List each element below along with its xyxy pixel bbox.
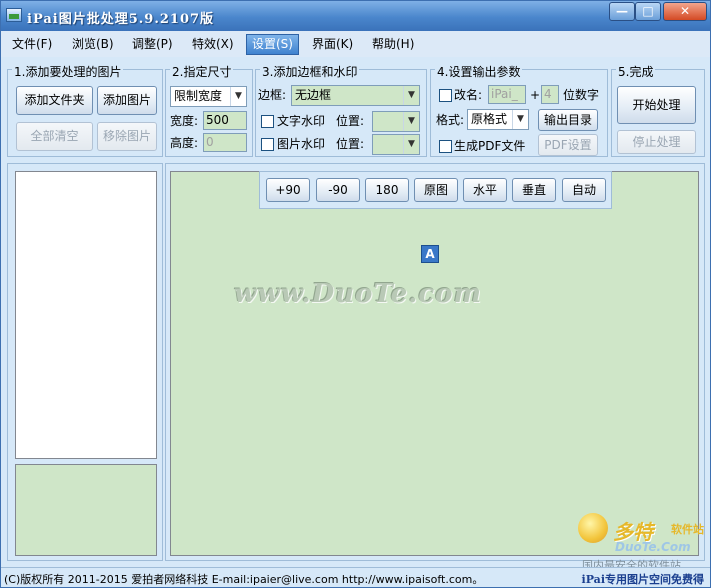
text-watermark-position-label: 位置: bbox=[336, 114, 365, 128]
height-label: 高度: bbox=[170, 136, 199, 150]
remove-image-button[interactable]: 移除图片 bbox=[97, 122, 157, 151]
menu-adjust[interactable]: 调整(P) bbox=[127, 34, 178, 55]
chevron-down-icon: ▼ bbox=[512, 110, 528, 129]
menu-effects[interactable]: 特效(X) bbox=[187, 34, 239, 55]
app-icon bbox=[6, 8, 22, 22]
menu-settings[interactable]: 设置(S) bbox=[246, 34, 299, 55]
group-add-images: 1.添加要处理的图片 添加文件夹 添加图片 全部清空 移除图片 bbox=[7, 63, 163, 157]
size-mode-select[interactable]: 限制宽度 ▼ bbox=[170, 86, 247, 107]
image-watermark-label: 图片水印 bbox=[277, 137, 326, 151]
text-tool-icon[interactable]: A bbox=[421, 245, 439, 263]
width-label: 宽度: bbox=[170, 114, 199, 128]
gen-pdf-label: 生成PDF文件 bbox=[454, 139, 526, 153]
start-button[interactable]: 开始处理 bbox=[617, 86, 696, 124]
rotate-180-button[interactable]: 180 bbox=[365, 178, 409, 202]
rename-checkbox[interactable] bbox=[439, 89, 452, 102]
group-border-watermark-title: 3.添加边框和水印 bbox=[260, 63, 360, 80]
auto-button[interactable]: 自动 bbox=[562, 178, 606, 202]
border-select-value: 无边框 bbox=[295, 88, 332, 102]
text-watermark-label: 文字水印 bbox=[277, 114, 326, 128]
rotate-minus90-button[interactable]: -90 bbox=[316, 178, 360, 202]
add-image-button[interactable]: 添加图片 bbox=[97, 86, 157, 115]
digits-input[interactable]: 4 bbox=[541, 85, 559, 104]
group-border-watermark: 3.添加边框和水印 边框: 无边框 ▼ 文字水印 位置: ▼ 图片水印 位置: … bbox=[255, 63, 427, 157]
format-label: 格式: bbox=[436, 113, 465, 127]
chevron-down-icon: ▼ bbox=[230, 87, 246, 106]
text-watermark-position-select[interactable]: ▼ bbox=[372, 111, 420, 132]
chevron-down-icon: ▼ bbox=[403, 135, 419, 154]
menu-browse[interactable]: 浏览(B) bbox=[67, 34, 119, 55]
preview-canvas[interactable] bbox=[170, 171, 699, 556]
menu-file[interactable]: 文件(F) bbox=[7, 34, 57, 55]
window-title: iPai图片批处理5.9.2107版 bbox=[27, 12, 215, 27]
stop-button[interactable]: 停止处理 bbox=[617, 130, 696, 154]
group-size: 2.指定尺寸 限制宽度 ▼ 宽度: 500 高度: 0 bbox=[165, 63, 253, 157]
add-folder-button[interactable]: 添加文件夹 bbox=[16, 86, 93, 115]
rename-label: 改名: bbox=[454, 88, 483, 102]
free-space-link[interactable]: iPai专用图片空间免费得 bbox=[582, 571, 704, 587]
rotate-toolbar: +90 -90 180 原图 水平 垂直 自动 bbox=[259, 171, 612, 209]
plus-sign: + bbox=[530, 88, 541, 102]
group-finish: 5.完成 开始处理 停止处理 bbox=[611, 63, 705, 157]
logo-mascot-icon bbox=[578, 513, 608, 543]
gen-pdf-checkbox[interactable] bbox=[439, 140, 452, 153]
preview-panel bbox=[165, 163, 705, 561]
text-watermark-checkbox[interactable] bbox=[261, 115, 274, 128]
thumbnail-preview bbox=[15, 464, 157, 556]
title-bar[interactable]: iPai图片批处理5.9.2107版 — □ ✕ bbox=[1, 1, 710, 31]
border-select[interactable]: 无边框 ▼ bbox=[291, 85, 420, 106]
group-output-title: 4.设置输出参数 bbox=[435, 63, 523, 80]
chevron-down-icon: ▼ bbox=[403, 86, 419, 105]
width-input[interactable]: 500 bbox=[203, 111, 247, 130]
maximize-button[interactable]: □ bbox=[635, 2, 661, 21]
status-bar: (C)版权所有 2011-2015 爱拍者网络科技 E-mail:ipaier@… bbox=[1, 567, 710, 587]
image-list[interactable] bbox=[15, 171, 157, 459]
app-window: iPai图片批处理5.9.2107版 — □ ✕ 文件(F) 浏览(B) 调整(… bbox=[0, 0, 711, 588]
clear-all-button[interactable]: 全部清空 bbox=[16, 122, 93, 151]
border-label: 边框: bbox=[258, 88, 287, 102]
menu-help[interactable]: 帮助(H) bbox=[367, 34, 419, 55]
group-finish-title: 5.完成 bbox=[616, 63, 656, 80]
chevron-down-icon: ▼ bbox=[403, 112, 419, 131]
pdf-settings-button[interactable]: PDF设置 bbox=[538, 134, 598, 156]
size-mode-value: 限制宽度 bbox=[174, 89, 223, 103]
minimize-button[interactable]: — bbox=[609, 2, 635, 21]
logo-sub: 软件站 bbox=[671, 523, 704, 536]
format-select[interactable]: 原格式 ▼ bbox=[467, 109, 529, 130]
height-input[interactable]: 0 bbox=[203, 133, 247, 152]
close-button[interactable]: ✕ bbox=[663, 2, 707, 21]
image-watermark-position-label: 位置: bbox=[336, 137, 365, 151]
menu-bar: 文件(F) 浏览(B) 调整(P) 特效(X) 设置(S) 界面(K) 帮助(H… bbox=[1, 31, 710, 57]
image-watermark-position-select[interactable]: ▼ bbox=[372, 134, 420, 155]
rename-prefix-input[interactable]: iPai_ bbox=[488, 85, 526, 104]
logo-domain: DuoTe.Com bbox=[615, 540, 691, 554]
left-panel bbox=[7, 163, 163, 561]
rotate-plus90-button[interactable]: +90 bbox=[266, 178, 310, 202]
format-select-value: 原格式 bbox=[471, 112, 508, 126]
original-button[interactable]: 原图 bbox=[414, 178, 458, 202]
group-size-title: 2.指定尺寸 bbox=[170, 63, 234, 80]
image-watermark-checkbox[interactable] bbox=[261, 138, 274, 151]
digits-label: 位数字 bbox=[563, 88, 600, 102]
menu-interface[interactable]: 界面(K) bbox=[307, 34, 358, 55]
preview-watermark: www.DuoTe.com bbox=[234, 279, 483, 309]
group-add-images-title: 1.添加要处理的图片 bbox=[12, 63, 124, 80]
copyright-text: (C)版权所有 2011-2015 爱拍者网络科技 E-mail:ipaier@… bbox=[4, 573, 484, 586]
flip-horizontal-button[interactable]: 水平 bbox=[463, 178, 507, 202]
group-output: 4.设置输出参数 改名: iPai_ + 4 位数字 格式: 原格式 ▼ 输出目… bbox=[430, 63, 608, 157]
output-dir-button[interactable]: 输出目录 bbox=[538, 109, 598, 131]
flip-vertical-button[interactable]: 垂直 bbox=[512, 178, 556, 202]
